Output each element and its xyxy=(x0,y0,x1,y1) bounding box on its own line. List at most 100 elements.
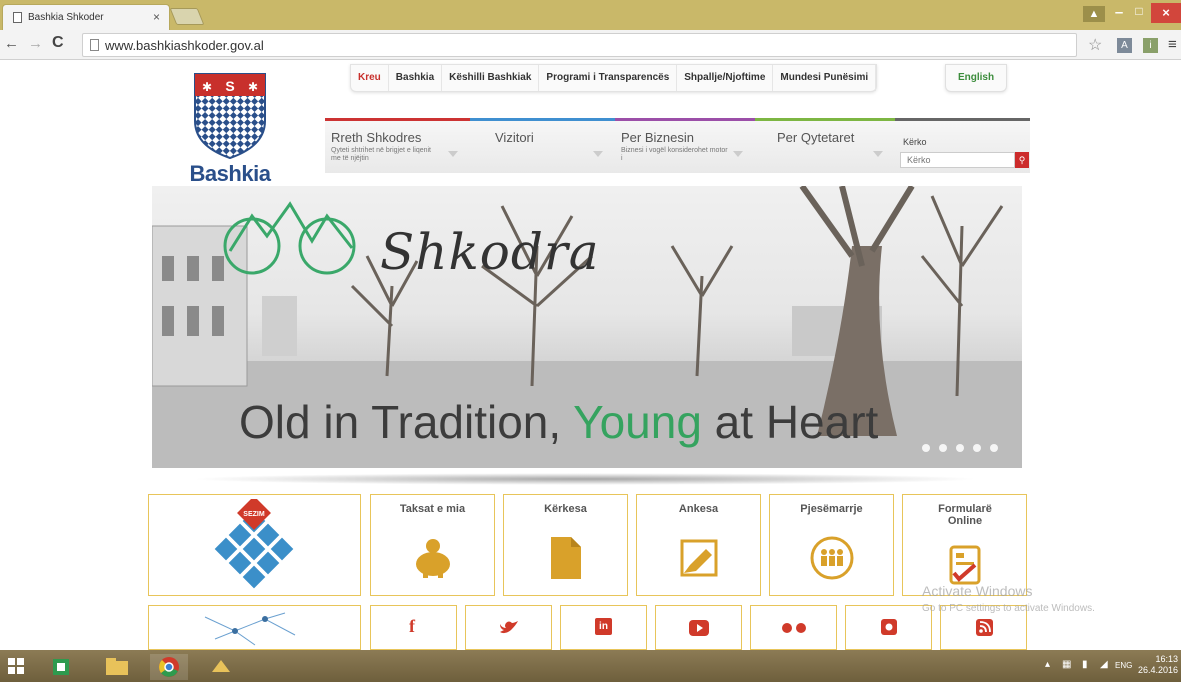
mainnav-item-per-qytetaret[interactable]: Per Qytetaret xyxy=(755,118,895,173)
chevron-down-icon xyxy=(593,151,603,157)
windows-taskbar: ▴ ▦ ▮ ◢ ENG 16:13 26.4.2016 xyxy=(0,650,1181,682)
windows-start-icon[interactable] xyxy=(8,658,24,674)
tile-formulare[interactable]: Formularë Online xyxy=(902,494,1027,596)
reload-icon[interactable]: C xyxy=(52,34,64,52)
participation-people-icon xyxy=(810,536,853,580)
address-bar[interactable]: www.bashkiashkoder.gov.al xyxy=(82,33,1077,57)
url-text[interactable]: www.bashkiashkoder.gov.al xyxy=(105,38,264,53)
mainnav-title: Vizitori xyxy=(495,130,534,145)
svg-text:✱: ✱ xyxy=(248,80,258,94)
minimize-button[interactable]: – xyxy=(1110,4,1128,22)
tile-label: Formularë Online xyxy=(938,503,992,527)
sezim-icon: SEZIM xyxy=(214,499,294,589)
rss-icon xyxy=(976,619,993,636)
slider-dot[interactable] xyxy=(956,444,964,452)
slider-dot[interactable] xyxy=(922,444,930,452)
mainnav-item-per-biznesin[interactable]: Per Biznesin Biznesi i vogël konsiderohe… xyxy=(615,118,755,173)
tile-pjesemarrje[interactable]: Pjesëmarrje xyxy=(769,494,894,596)
clock[interactable]: 16:13 26.4.2016 xyxy=(1133,654,1178,676)
mainnav-item-vizitori[interactable]: Vizitori xyxy=(470,118,615,173)
browser-titlebar: Bashkia Shkoder × ▲ – □ × xyxy=(0,0,1181,30)
svg-text:S: S xyxy=(225,78,234,94)
user-icon[interactable]: ▲ xyxy=(1083,6,1105,22)
bookmark-star-icon[interactable]: ☆ xyxy=(1088,35,1102,55)
store-app-icon[interactable] xyxy=(42,654,80,680)
tile-map[interactable] xyxy=(148,605,361,650)
tray-network-icon[interactable]: ▦ xyxy=(1062,659,1071,670)
extension-icon[interactable]: i xyxy=(1143,38,1158,53)
top-nav: Kreu Bashkia Këshilli Bashkiak Programi … xyxy=(350,64,878,92)
mainnav-item-rreth-shkodres[interactable]: Rreth Shkodres Qyteti shtrihet në brigje… xyxy=(325,118,470,173)
tile-ankesa[interactable]: Ankesa xyxy=(636,494,761,596)
chrome-icon[interactable] xyxy=(150,654,188,680)
topnav-item-kreu[interactable]: Kreu xyxy=(351,65,389,91)
social-youtube[interactable] xyxy=(655,605,742,650)
tray-volume-icon[interactable]: ◢ xyxy=(1100,659,1108,670)
complaint-pencil-icon xyxy=(680,539,717,577)
social-instagram[interactable] xyxy=(845,605,932,650)
mainnav-subtitle: Biznesi i vogël konsiderohet motor i xyxy=(621,147,728,162)
search-label: Kërko xyxy=(903,137,927,147)
topnav-item-keshilli[interactable]: Këshilli Bashkiak xyxy=(442,65,540,91)
color-bar xyxy=(895,118,1030,121)
instagram-icon xyxy=(881,619,897,635)
twitter-icon xyxy=(500,621,518,634)
social-facebook[interactable]: f xyxy=(370,605,457,650)
tab-title: Bashkia Shkoder xyxy=(28,12,104,23)
tile-label: Taksat e mia xyxy=(399,503,466,515)
network-map-icon xyxy=(204,612,296,646)
search-icon: ⚲ xyxy=(1018,155,1026,165)
tile-taksat[interactable]: Taksat e mia xyxy=(370,494,495,596)
topnav-item-mundesi[interactable]: Mundesi Punësimi xyxy=(773,65,877,91)
clock-date: 26.4.2016 xyxy=(1137,665,1178,675)
search-button[interactable]: ⚲ xyxy=(1015,152,1029,168)
tile-label: Ankesa xyxy=(678,503,719,515)
color-bar xyxy=(755,118,895,121)
site-logo[interactable]: S ✱ ✱ Bashkia Shkodër xyxy=(145,66,315,212)
clock-time: 16:13 xyxy=(1155,654,1178,664)
tile-label: Pjesëmarrje xyxy=(800,503,863,515)
mainnav-title: Per Qytetaret xyxy=(777,130,855,145)
search-input[interactable] xyxy=(900,152,1015,168)
browser-tab[interactable]: Bashkia Shkoder × xyxy=(2,4,170,30)
social-flickr[interactable] xyxy=(750,605,837,650)
topnav-item-programi[interactable]: Programi i Transparencës xyxy=(539,65,678,91)
mainnav-title: Per Biznesin xyxy=(621,130,694,145)
slider-dot[interactable] xyxy=(990,444,998,452)
social-twitter[interactable] xyxy=(465,605,552,650)
tile-kerkesa[interactable]: Kërkesa xyxy=(503,494,628,596)
extension-icon[interactable]: A xyxy=(1117,38,1132,53)
maximize-button[interactable]: □ xyxy=(1130,4,1148,22)
new-tab-button[interactable] xyxy=(169,8,205,25)
tray-signal-icon[interactable]: ▮ xyxy=(1082,659,1088,670)
english-button[interactable]: English xyxy=(945,64,1007,92)
file-explorer-icon[interactable] xyxy=(98,654,136,680)
banner-shadow xyxy=(190,473,980,485)
flickr-icon xyxy=(782,623,806,633)
language-indicator[interactable]: ENG xyxy=(1115,661,1132,670)
forward-icon[interactable]: → xyxy=(28,35,43,52)
social-linkedin[interactable]: in xyxy=(560,605,647,650)
back-icon[interactable]: ← xyxy=(4,35,19,52)
slider-dots xyxy=(922,444,998,452)
hero-banner[interactable]: Shkodra Old in Tradition, Young at Heart xyxy=(152,186,1022,468)
tile-label: Kërkesa xyxy=(544,503,587,515)
close-window-button[interactable]: × xyxy=(1151,3,1181,23)
chevron-down-icon xyxy=(733,151,743,157)
app-icon[interactable] xyxy=(202,654,240,680)
topnav-item-shpallje[interactable]: Shpallje/Njoftime xyxy=(677,65,774,91)
slider-dot[interactable] xyxy=(939,444,947,452)
tab-close-icon[interactable]: × xyxy=(153,10,160,24)
mainnav-title: Rreth Shkodres xyxy=(331,130,422,145)
menu-icon[interactable]: ≡ xyxy=(1168,36,1177,53)
slider-dot[interactable] xyxy=(973,444,981,452)
color-bar xyxy=(615,118,755,121)
topnav-item-bashkia[interactable]: Bashkia xyxy=(389,65,443,91)
document-icon xyxy=(550,537,581,579)
color-bar xyxy=(325,118,470,121)
tray-arrow-icon[interactable]: ▴ xyxy=(1045,659,1050,670)
page-icon xyxy=(90,39,99,51)
tile-sezim[interactable]: SEZIM xyxy=(148,494,361,596)
page-icon xyxy=(13,12,22,23)
facebook-icon: f xyxy=(409,616,415,636)
